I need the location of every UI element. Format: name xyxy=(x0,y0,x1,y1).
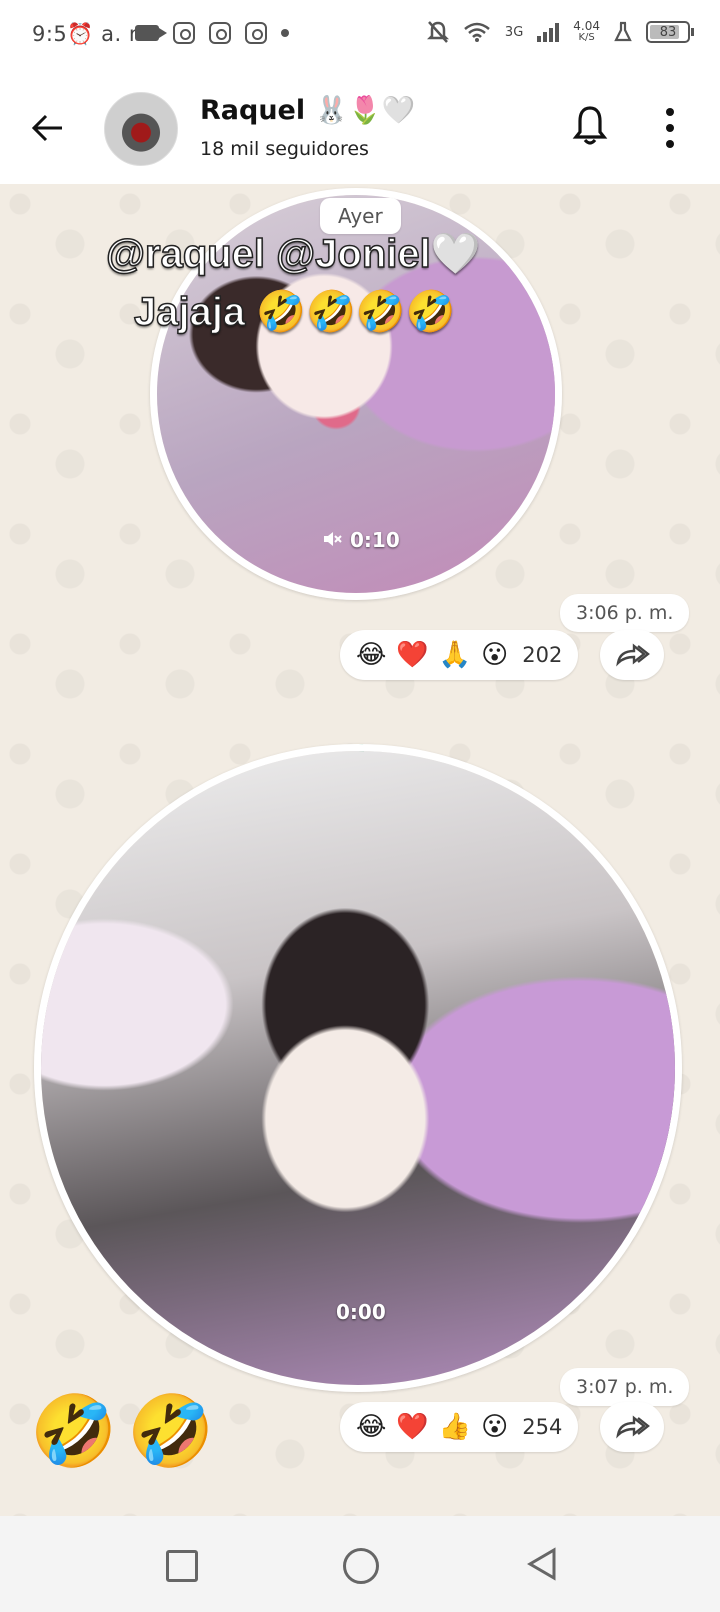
forward-button[interactable] xyxy=(600,1402,664,1452)
flask-icon xyxy=(614,21,632,42)
more-vert-icon[interactable] xyxy=(664,108,676,148)
home-button[interactable] xyxy=(343,1548,379,1584)
network-speed-value: 4.04 xyxy=(573,19,600,33)
instagram-icon xyxy=(209,22,231,44)
instagram-icon xyxy=(245,22,267,44)
video-duration-value: 0:10 xyxy=(350,528,400,552)
reaction-emoji: ❤️ xyxy=(396,1412,429,1442)
reaction-emoji: 😮 xyxy=(481,640,509,670)
recents-button[interactable] xyxy=(166,1550,198,1582)
video-caption-line1: @raquel @Joniel🤍 xyxy=(105,231,481,277)
forward-button[interactable] xyxy=(600,630,664,680)
channel-feed[interactable]: Ayer @raquel @Joniel🤍 Jajaja 🤣🤣🤣🤣 0:10 3… xyxy=(0,184,720,1516)
back-arrow-icon[interactable] xyxy=(30,110,66,146)
followers-count: 18 mil seguidores xyxy=(200,138,369,160)
battery-level: 83 xyxy=(659,24,677,40)
video-camera-icon xyxy=(135,25,167,41)
reaction-count: 254 xyxy=(522,1415,563,1439)
reaction-emoji: 👍 xyxy=(438,1412,472,1442)
avatar[interactable] xyxy=(104,92,178,166)
more-notifications-dot-icon xyxy=(281,29,289,37)
date-chip: Ayer xyxy=(320,198,401,234)
reactions-bar[interactable]: 😂 ❤️ 🙏 😮 202 xyxy=(340,630,579,680)
network-type: 3G xyxy=(504,24,524,40)
nav-back-icon[interactable] xyxy=(524,1546,560,1582)
video-duration: 0:00 xyxy=(336,1300,386,1324)
reaction-emoji: ❤️ xyxy=(396,640,429,670)
reactions-bar[interactable]: 😂 ❤️ 👍 😮 254 xyxy=(340,1402,579,1452)
forward-icon xyxy=(616,643,650,667)
mute-icon xyxy=(324,532,342,546)
message-time: 3:07 p. m. xyxy=(560,1368,690,1406)
video-thumbnail xyxy=(41,751,675,1385)
reaction-emoji: 😂 xyxy=(356,1412,387,1442)
forward-icon xyxy=(616,1415,650,1439)
notification-icons xyxy=(135,22,289,44)
instagram-icon xyxy=(173,22,195,44)
system-nav-bar xyxy=(0,1516,720,1612)
reaction-emoji: 😮 xyxy=(481,1412,509,1442)
video-duration: 0:10 xyxy=(322,528,400,552)
wifi-icon xyxy=(464,22,490,42)
message-time: 3:06 p. m. xyxy=(560,594,690,632)
status-bar: 9:5⏰ a. m. 3G 4.04 K/S 83 xyxy=(0,0,720,72)
reaction-emoji: 🙏 xyxy=(438,640,472,670)
network-speed-unit: K/S xyxy=(578,32,595,43)
system-icons: 3G 4.04 K/S 83 xyxy=(426,20,694,44)
channel-header: Raquel 🐰🌷🤍 18 mil seguidores xyxy=(0,72,720,184)
bell-icon[interactable] xyxy=(572,104,608,148)
channel-name[interactable]: Raquel 🐰🌷🤍 xyxy=(200,94,415,126)
network-speed: 4.04 K/S xyxy=(573,20,600,44)
battery-icon: 83 xyxy=(646,21,694,43)
reaction-emoji: 😂 xyxy=(356,640,387,670)
signal-icon xyxy=(537,22,560,42)
notifications-off-icon xyxy=(426,21,449,43)
video-caption-line2: Jajaja 🤣🤣🤣🤣 xyxy=(133,289,456,335)
emoji-message: 🤣🤣 xyxy=(30,1390,225,1472)
reaction-count: 202 xyxy=(522,643,563,667)
video-note-message[interactable] xyxy=(34,744,682,1392)
